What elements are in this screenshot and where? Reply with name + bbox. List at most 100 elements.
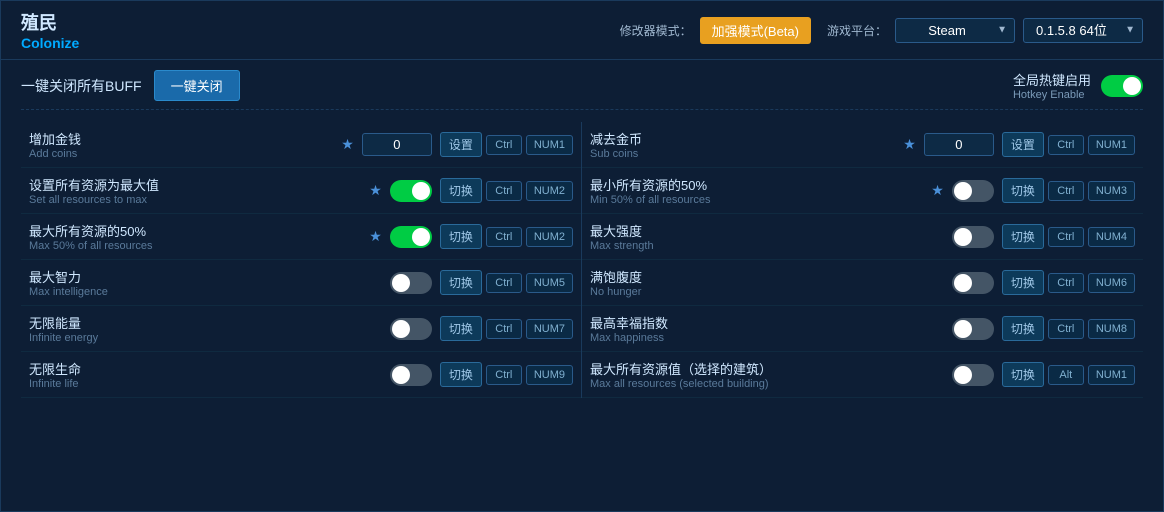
feature-en: No hunger [590,286,944,298]
feature-controls: 切换 Ctrl NUM9 [440,362,573,387]
feature-en: Infinite energy [29,332,382,344]
key-ctrl: Ctrl [486,181,522,201]
add-coins-input[interactable] [362,133,432,156]
feature-infinite-life: 无限生命 Infinite life 切换 Ctrl NUM9 [21,352,581,398]
feature-name-add-coins: 增加金钱 Add coins [29,129,333,160]
close-all-button[interactable]: 一键关闭 [154,70,240,101]
set-button[interactable]: 设置 [440,132,482,157]
star-icon[interactable]: ★ [369,182,382,199]
key-ctrl: Ctrl [486,273,522,293]
switch-button[interactable]: 切换 [1002,178,1044,203]
hotkey-en: Hotkey Enable [1013,89,1091,101]
header-left: 殖民 Colonize [21,9,79,51]
sub-coins-input[interactable] [924,133,994,156]
feature-name-min-50: 最小所有资源的50% Min 50% of all resources [590,175,923,206]
feature-en: Max intelligence [29,286,382,298]
feature-controls: 切换 Ctrl NUM5 [440,270,573,295]
key-num9: NUM9 [526,365,573,385]
platform-select[interactable]: Steam [895,18,1015,43]
switch-button[interactable]: 切换 [1002,270,1044,295]
key-num5: NUM5 [526,273,573,293]
toggle-min-50[interactable] [952,180,994,202]
feature-zh: 最大所有资源的50% [29,221,361,240]
switch-button[interactable]: 切换 [440,224,482,249]
key-ctrl: Ctrl [486,365,522,385]
hotkey-toggle[interactable] [1101,75,1143,97]
key-ctrl: Ctrl [1048,227,1084,247]
feature-name-set-all-max: 设置所有资源为最大值 Set all resources to max [29,175,361,206]
feature-en: Max strength [590,240,944,252]
feature-max-50: 最大所有资源的50% Max 50% of all resources ★ 切换… [21,214,581,260]
close-all-label: 一键关闭所有BUFF [21,76,142,96]
toggle-inf-life[interactable] [390,364,432,386]
feature-add-coins: 增加金钱 Add coins ★ 设置 Ctrl NUM1 [21,122,581,168]
feature-controls: 切换 Ctrl NUM2 [440,224,573,249]
feature-zh: 最大所有资源值（选择的建筑） [590,359,944,378]
set-button[interactable]: 设置 [1002,132,1044,157]
star-icon[interactable]: ★ [341,136,354,153]
feature-en: Max all resources (selected building) [590,378,944,390]
mode-label: 修改器模式： [620,22,692,39]
switch-button[interactable]: 切换 [1002,224,1044,249]
feature-en: Set all resources to max [29,194,361,206]
app-title-zh: 殖民 [21,9,79,35]
feature-zh: 最大强度 [590,221,944,240]
key-ctrl: Ctrl [1048,181,1084,201]
feature-min-50: 最小所有资源的50% Min 50% of all resources ★ 切换… [582,168,1143,214]
star-icon[interactable]: ★ [931,182,944,199]
feature-controls: 设置 Ctrl NUM1 [440,132,573,157]
toggle-no-hunger[interactable] [952,272,994,294]
feature-zh: 设置所有资源为最大值 [29,175,361,194]
switch-button[interactable]: 切换 [440,316,482,341]
feature-max-happiness: 最高幸福指数 Max happiness 切换 Ctrl NUM8 [582,306,1143,352]
toggle-max-int[interactable] [390,272,432,294]
toggle-max-happiness[interactable] [952,318,994,340]
switch-button[interactable]: 切换 [440,178,482,203]
feature-controls: 切换 Alt NUM1 [1002,362,1135,387]
features-grid: 增加金钱 Add coins ★ 设置 Ctrl NUM1 设置所有资源为最大值 [21,122,1143,398]
key-ctrl: Ctrl [1048,273,1084,293]
key-num3: NUM3 [1088,181,1135,201]
key-num2: NUM2 [526,227,573,247]
toggle-set-all-max[interactable] [390,180,432,202]
version-dropdown-wrapper: 0.1.5.8 64位 [1023,18,1143,43]
header: 殖民 Colonize 修改器模式： 加强模式(Beta) 游戏平台： Stea… [1,1,1163,60]
hotkey-zh: 全局热键启用 [1013,70,1091,89]
star-icon[interactable]: ★ [903,136,916,153]
switch-button[interactable]: 切换 [1002,362,1044,387]
feature-en: Sub coins [590,148,895,160]
star-icon[interactable]: ★ [369,228,382,245]
key-num4: NUM4 [1088,227,1135,247]
feature-en: Add coins [29,148,333,160]
toggle-max-str[interactable] [952,226,994,248]
key-num2: NUM2 [526,181,573,201]
feature-en: Min 50% of all resources [590,194,923,206]
key-alt: Alt [1048,365,1084,385]
feature-zh: 减去金币 [590,129,895,148]
version-select[interactable]: 0.1.5.8 64位 [1023,18,1143,43]
key-num1: NUM1 [526,135,573,155]
toggle-max-50[interactable] [390,226,432,248]
mode-button[interactable]: 加强模式(Beta) [700,17,811,44]
feature-en: Max 50% of all resources [29,240,361,252]
feature-infinite-energy: 无限能量 Infinite energy 切换 Ctrl NUM7 [21,306,581,352]
toggle-inf-energy[interactable] [390,318,432,340]
switch-button[interactable]: 切换 [440,362,482,387]
feature-controls: 设置 Ctrl NUM1 [1002,132,1135,157]
key-num8: NUM8 [1088,319,1135,339]
feature-name-max-building: 最大所有资源值（选择的建筑） Max all resources (select… [590,359,944,390]
toggle-max-building[interactable] [952,364,994,386]
feature-name-max-str: 最大强度 Max strength [590,221,944,252]
feature-controls: 切换 Ctrl NUM2 [440,178,573,203]
key-num1: NUM1 [1088,365,1135,385]
switch-button[interactable]: 切换 [440,270,482,295]
feature-controls: 切换 Ctrl NUM7 [440,316,573,341]
switch-button[interactable]: 切换 [1002,316,1044,341]
platform-section: 游戏平台： Steam 0.1.5.8 64位 [827,18,1143,43]
feature-zh: 满饱腹度 [590,267,944,286]
feature-set-all-max: 设置所有资源为最大值 Set all resources to max ★ 切换… [21,168,581,214]
left-column: 增加金钱 Add coins ★ 设置 Ctrl NUM1 设置所有资源为最大值 [21,122,582,398]
feature-controls: 切换 Ctrl NUM4 [1002,224,1135,249]
hotkey-label: 全局热键启用 Hotkey Enable [1013,70,1091,101]
key-ctrl: Ctrl [486,227,522,247]
